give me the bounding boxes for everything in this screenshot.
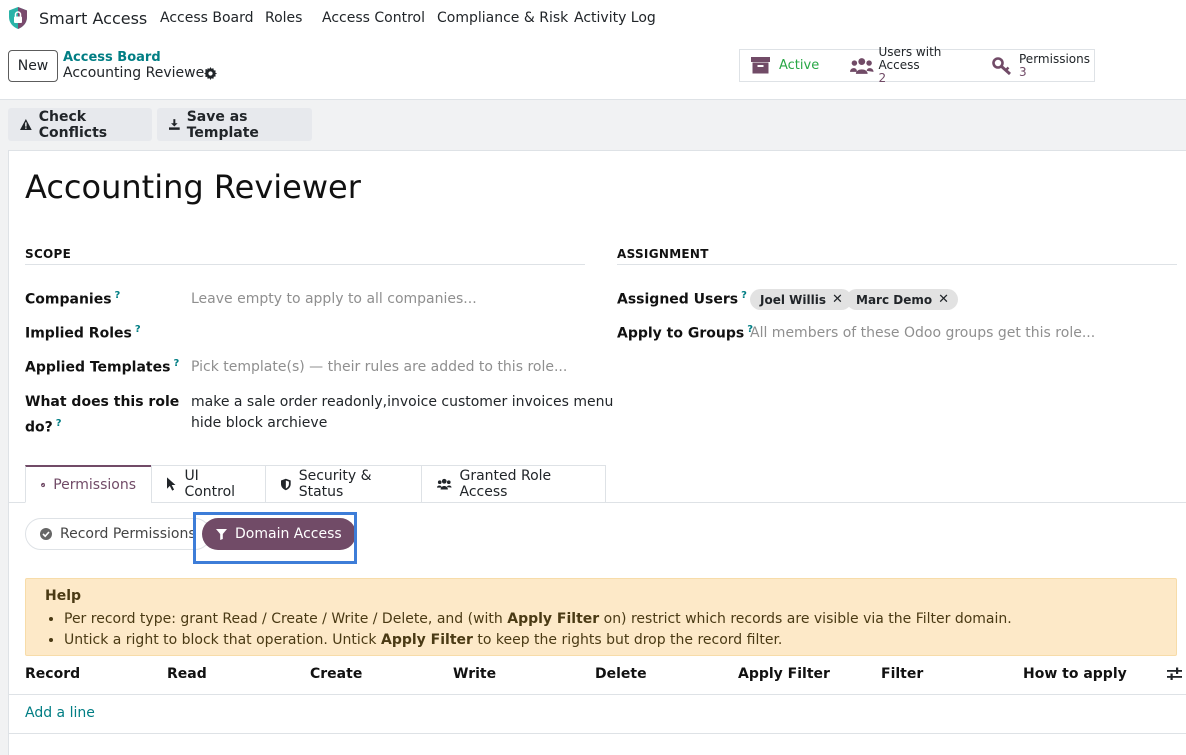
check-conflicts-label: Check Conflicts [38, 108, 108, 141]
top-navbar: Smart Access Access Board Roles Access C… [0, 0, 1186, 37]
users-stat-label: Users with Access [878, 45, 942, 72]
scope-divider [25, 264, 585, 265]
check-conflicts-button[interactable]: Check Conflicts [8, 108, 152, 141]
tab-security-status[interactable]: Security & Status [265, 465, 422, 503]
user-tag-label: Joel Willis [760, 292, 826, 307]
save-as-template-button[interactable]: Save as Template [157, 108, 312, 141]
highlight-box [193, 512, 357, 564]
apply-to-groups-label: Apply to Groups? [617, 324, 754, 342]
companies-input[interactable]: Leave empty to apply to all companies... [191, 291, 477, 307]
column-settings-icon[interactable] [1167, 667, 1182, 681]
implied-roles-help-icon[interactable]: ? [135, 324, 141, 335]
tab-ui-control[interactable]: UI Control [151, 465, 266, 503]
active-stat-button[interactable]: Active [739, 49, 844, 82]
permissions-stat-label: Permissions [1019, 51, 1090, 66]
permissions-stat-button[interactable]: Permissions 3 [984, 49, 1095, 82]
col-apply-filter[interactable]: Apply Filter [738, 666, 830, 682]
breadcrumb-current: Accounting Reviewer [63, 65, 210, 81]
help-box: Help Per record type: grant Read / Creat… [25, 578, 1177, 656]
users-with-access-stat-button[interactable]: Users with Access 2 [843, 46, 985, 85]
remove-tag-icon[interactable]: ✕ [938, 292, 949, 307]
apply-to-groups-input[interactable]: All members of these Odoo groups get thi… [750, 325, 1095, 341]
users-stat-text: Users with Access 2 [879, 46, 985, 85]
menu-compliance-risk[interactable]: Compliance & Risk [437, 10, 568, 26]
new-button[interactable]: New [8, 50, 58, 82]
companies-help-icon[interactable]: ? [115, 290, 121, 301]
what-does-role-do-label: What does this role do?? [25, 394, 180, 436]
record-title[interactable]: Accounting Reviewer [25, 168, 361, 206]
col-read[interactable]: Read [167, 666, 207, 682]
assignment-heading: ASSIGNMENT [617, 247, 709, 261]
col-delete[interactable]: Delete [595, 666, 647, 682]
form-sheet [8, 150, 1186, 755]
tab-permissions[interactable]: Permissions [25, 465, 152, 503]
assigned-users-label: Assigned Users? [617, 290, 747, 308]
active-status-label: Active [779, 58, 820, 73]
save-as-template-label: Save as Template [186, 108, 259, 141]
menu-roles[interactable]: Roles [265, 10, 302, 26]
user-tag-marc-demo: Marc Demo ✕ [846, 289, 959, 310]
assignment-divider [617, 264, 1177, 265]
shield-icon [281, 478, 291, 490]
record-permissions-pill[interactable]: Record Permissions [25, 518, 211, 550]
what-does-role-do-textarea[interactable]: make a sale order readonly,invoice custo… [191, 392, 613, 434]
applied-templates-help-icon[interactable]: ? [173, 358, 179, 369]
control-panel: New Access Board Accounting Reviewer Act… [0, 37, 1186, 100]
col-create[interactable]: Create [310, 666, 362, 682]
pointer-icon [167, 477, 176, 491]
check-circle-icon [41, 482, 46, 487]
user-tag-joel-willis: Joel Willis ✕ [750, 289, 852, 310]
archive-box-icon [751, 57, 770, 74]
menu-access-control[interactable]: Access Control [322, 10, 425, 26]
col-record[interactable]: Record [25, 666, 80, 682]
tab-granted-role-access[interactable]: Granted Role Access [421, 465, 606, 503]
col-write[interactable]: Write [453, 666, 496, 682]
implied-roles-input[interactable] [191, 324, 571, 344]
record-permissions-label: Record Permissions [60, 526, 196, 542]
action-bar: Check Conflicts Save as Template [0, 100, 1186, 150]
implied-roles-label: Implied Roles? [25, 324, 141, 342]
users-icon [437, 478, 452, 490]
applied-templates-input[interactable]: Pick template(s) — their rules are added… [191, 359, 567, 375]
permissions-stat-text: Permissions 3 [1019, 51, 1090, 79]
add-a-line-link[interactable]: Add a line [25, 705, 95, 721]
tab-security-status-label: Security & Status [298, 468, 372, 500]
permissions-stat-count: 3 [1019, 64, 1027, 79]
menu-activity-log[interactable]: Activity Log [574, 10, 656, 26]
download-icon [169, 119, 180, 130]
user-tag-label: Marc Demo [856, 292, 933, 307]
app-name[interactable]: Smart Access [39, 9, 147, 28]
companies-label: Companies? [25, 290, 121, 308]
assigned-users-help-icon[interactable]: ? [741, 290, 747, 301]
help-list: Per record type: grant Read / Create / W… [64, 609, 1012, 651]
col-how-to-apply[interactable]: How to apply [1023, 666, 1127, 682]
col-filter[interactable]: Filter [881, 666, 923, 682]
table-header-divider [8, 694, 1186, 695]
breadcrumb-parent[interactable]: Access Board [63, 50, 161, 65]
check-circle-icon [40, 528, 52, 540]
scope-heading: SCOPE [25, 247, 72, 261]
users-group-icon [850, 57, 874, 74]
tab-granted-role-access-label: Granted Role Access [459, 468, 552, 500]
remove-tag-icon[interactable]: ✕ [832, 292, 843, 307]
shield-lock-icon[interactable] [7, 6, 29, 30]
tab-permissions-label: Permissions [53, 476, 136, 493]
help-item: Per record type: grant Read / Create / W… [64, 609, 1012, 630]
table-row-divider [8, 733, 1186, 734]
gear-icon[interactable] [204, 67, 217, 80]
menu-access-board[interactable]: Access Board [160, 10, 254, 26]
applied-templates-label: Applied Templates? [25, 358, 180, 376]
what-does-role-do-help-icon[interactable]: ? [56, 418, 62, 429]
warning-icon [20, 119, 32, 130]
users-stat-count: 2 [878, 71, 887, 85]
help-title: Help [45, 588, 82, 604]
help-item: Untick a right to block that operation. … [64, 630, 1012, 651]
tab-ui-control-label: UI Control [184, 468, 236, 500]
key-icon [992, 56, 1011, 75]
